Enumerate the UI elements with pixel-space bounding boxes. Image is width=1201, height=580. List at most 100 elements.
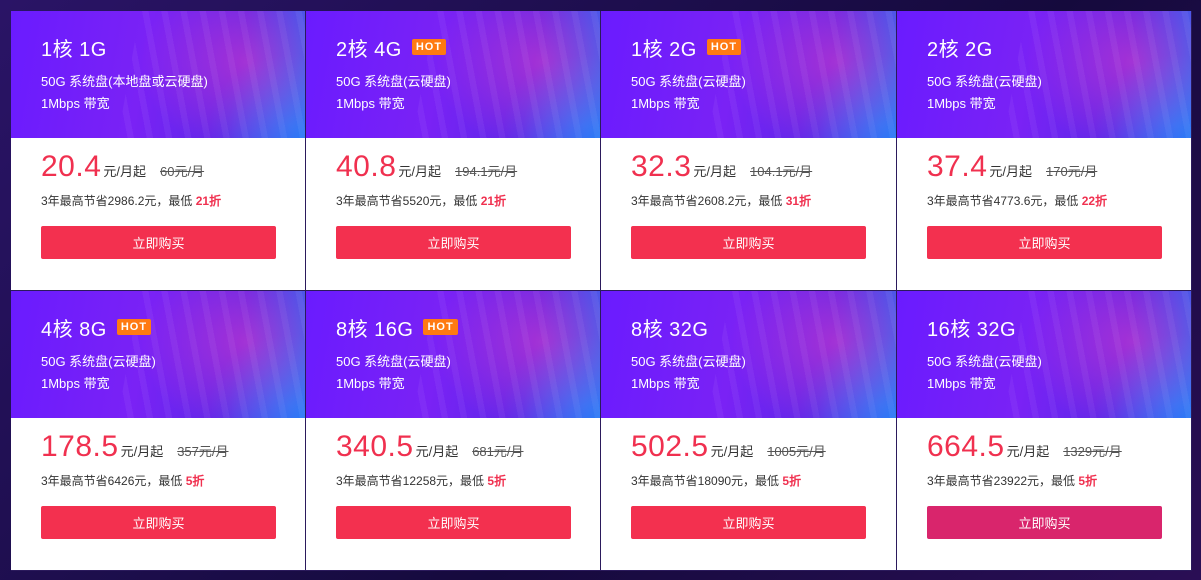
plan-card: 2核 2G 50G 系统盘(云硬盘) 1Mbps 带宽 37.4 元/月起 17… (897, 11, 1192, 291)
plan-price: 340.5 (336, 430, 414, 463)
hot-badge: HOT (411, 39, 447, 55)
plan-disk: 50G 系统盘(云硬盘) (336, 354, 451, 369)
plan-card-body: 178.5 元/月起 357元/月 3年最高节省6426元，最低 5折 立即购买 (11, 418, 305, 539)
plan-savings-text: 3年最高节省2986.2元，最低 (41, 194, 196, 208)
plan-price-unit: 元/月起 (415, 444, 459, 459)
plan-discount: 5折 (782, 474, 802, 488)
plan-disk: 50G 系统盘(云硬盘) (631, 354, 746, 369)
plan-savings: 3年最高节省18090元，最低 5折 (631, 472, 896, 490)
plan-discount: 5折 (1078, 474, 1098, 488)
plan-bandwidth: 1Mbps 带宽 (927, 96, 996, 111)
plan-card: 8核 32G 50G 系统盘(云硬盘) 1Mbps 带宽 502.5 元/月起 … (601, 291, 897, 571)
plan-card-header: 2核 2G 50G 系统盘(云硬盘) 1Mbps 带宽 (897, 11, 1191, 138)
plan-price-unit: 元/月起 (398, 164, 442, 179)
plan-bandwidth: 1Mbps 带宽 (336, 376, 405, 391)
plan-bandwidth: 1Mbps 带宽 (336, 96, 405, 111)
plan-title: 16核 32G (927, 318, 1017, 341)
plan-savings: 3年最高节省12258元，最低 5折 (336, 472, 600, 490)
plan-disk: 50G 系统盘(云硬盘) (336, 74, 451, 89)
plan-bandwidth: 1Mbps 带宽 (41, 376, 110, 391)
plan-price-unit: 元/月起 (710, 444, 754, 459)
plan-title: 4核 8G (41, 318, 107, 341)
plan-original-price: 1329元/月 (1063, 444, 1122, 459)
plan-price-unit: 元/月起 (103, 164, 147, 179)
plan-discount: 5折 (185, 474, 205, 488)
plan-card: 2核 4G HOT 50G 系统盘(云硬盘) 1Mbps 带宽 40.8 元/月… (306, 11, 601, 291)
plan-grid: 1核 1G 50G 系统盘(本地盘或云硬盘) 1Mbps 带宽 20.4 元/月… (11, 11, 1192, 571)
plan-title: 1核 1G (41, 38, 107, 61)
plan-discount: 22折 (1081, 194, 1108, 208)
plan-card-header: 16核 32G 50G 系统盘(云硬盘) 1Mbps 带宽 (897, 291, 1191, 418)
page-background: 1核 1G 50G 系统盘(本地盘或云硬盘) 1Mbps 带宽 20.4 元/月… (0, 0, 1201, 580)
plan-original-price: 357元/月 (177, 444, 229, 459)
plan-card-body: 340.5 元/月起 681元/月 3年最高节省12258元，最低 5折 立即购… (306, 418, 600, 539)
plan-card-header: 1核 1G 50G 系统盘(本地盘或云硬盘) 1Mbps 带宽 (11, 11, 305, 138)
hot-badge: HOT (706, 39, 742, 55)
plan-card: 4核 8G HOT 50G 系统盘(云硬盘) 1Mbps 带宽 178.5 元/… (11, 291, 306, 571)
plan-card-header: 8核 32G 50G 系统盘(云硬盘) 1Mbps 带宽 (601, 291, 896, 418)
hot-badge: HOT (116, 319, 152, 335)
plan-disk: 50G 系统盘(云硬盘) (41, 354, 156, 369)
plan-card-header: 8核 16G HOT 50G 系统盘(云硬盘) 1Mbps 带宽 (306, 291, 600, 418)
plan-card: 1核 2G HOT 50G 系统盘(云硬盘) 1Mbps 带宽 32.3 元/月… (601, 11, 897, 291)
buy-now-button[interactable]: 立即购买 (927, 226, 1162, 259)
plan-savings: 3年最高节省2608.2元，最低 31折 (631, 192, 896, 210)
plan-card-body: 664.5 元/月起 1329元/月 3年最高节省23922元，最低 5折 立即… (897, 418, 1191, 539)
plan-price: 502.5 (631, 430, 709, 463)
plan-savings: 3年最高节省6426元，最低 5折 (41, 472, 305, 490)
plan-title: 2核 4G (336, 38, 402, 61)
buy-now-button[interactable]: 立即购买 (927, 506, 1162, 539)
plan-savings-text: 3年最高节省23922元，最低 (927, 474, 1079, 488)
plan-savings-text: 3年最高节省12258元，最低 (336, 474, 488, 488)
plan-card-header: 1核 2G HOT 50G 系统盘(云硬盘) 1Mbps 带宽 (601, 11, 896, 138)
plan-original-price: 681元/月 (472, 444, 524, 459)
plan-savings-text: 3年最高节省18090元，最低 (631, 474, 783, 488)
plan-price: 37.4 (927, 150, 988, 183)
plan-price: 178.5 (41, 430, 119, 463)
buy-now-button[interactable]: 立即购买 (631, 506, 866, 539)
buy-now-button[interactable]: 立即购买 (41, 226, 276, 259)
buy-now-button[interactable]: 立即购买 (41, 506, 276, 539)
plan-savings: 3年最高节省5520元，最低 21折 (336, 192, 600, 210)
plan-title: 1核 2G (631, 38, 697, 61)
plan-price: 20.4 (41, 150, 102, 183)
plan-price-unit: 元/月起 (120, 444, 164, 459)
plan-price-unit: 元/月起 (989, 164, 1033, 179)
plan-savings-text: 3年最高节省4773.6元，最低 (927, 194, 1082, 208)
buy-now-button[interactable]: 立即购买 (336, 226, 571, 259)
plan-disk: 50G 系统盘(云硬盘) (927, 354, 1042, 369)
plan-savings-text: 3年最高节省6426元，最低 (41, 474, 186, 488)
plan-price: 664.5 (927, 430, 1005, 463)
plan-card-header: 4核 8G HOT 50G 系统盘(云硬盘) 1Mbps 带宽 (11, 291, 305, 418)
plan-card-body: 32.3 元/月起 104.1元/月 3年最高节省2608.2元，最低 31折 … (601, 138, 896, 259)
plan-price-unit: 元/月起 (693, 164, 737, 179)
plan-original-price: 170元/月 (1046, 164, 1098, 179)
plan-savings-text: 3年最高节省2608.2元，最低 (631, 194, 786, 208)
plan-bandwidth: 1Mbps 带宽 (631, 376, 700, 391)
plan-card-body: 37.4 元/月起 170元/月 3年最高节省4773.6元，最低 22折 立即… (897, 138, 1191, 259)
plan-original-price: 60元/月 (160, 164, 205, 179)
plan-bandwidth: 1Mbps 带宽 (631, 96, 700, 111)
plan-disk: 50G 系统盘(云硬盘) (631, 74, 746, 89)
hot-badge: HOT (423, 319, 458, 335)
plan-disk: 50G 系统盘(本地盘或云硬盘) (41, 74, 208, 89)
plan-card-body: 20.4 元/月起 60元/月 3年最高节省2986.2元，最低 21折 立即购… (11, 138, 305, 259)
buy-now-button[interactable]: 立即购买 (631, 226, 866, 259)
plan-card-body: 40.8 元/月起 194.1元/月 3年最高节省5520元，最低 21折 立即… (306, 138, 600, 259)
plan-card-body: 502.5 元/月起 1005元/月 3年最高节省18090元，最低 5折 立即… (601, 418, 896, 539)
plan-card: 1核 1G 50G 系统盘(本地盘或云硬盘) 1Mbps 带宽 20.4 元/月… (11, 11, 306, 291)
plan-original-price: 194.1元/月 (455, 164, 518, 179)
plan-savings: 3年最高节省2986.2元，最低 21折 (41, 192, 305, 210)
plan-discount: 21折 (480, 194, 507, 208)
plan-price-unit: 元/月起 (1006, 444, 1050, 459)
plan-title: 2核 2G (927, 38, 993, 61)
plan-disk: 50G 系统盘(云硬盘) (927, 74, 1042, 89)
plan-bandwidth: 1Mbps 带宽 (41, 96, 110, 111)
plan-savings-text: 3年最高节省5520元，最低 (336, 194, 481, 208)
buy-now-button[interactable]: 立即购买 (336, 506, 571, 539)
plan-original-price: 104.1元/月 (750, 164, 813, 179)
plan-price: 40.8 (336, 150, 397, 183)
plan-price: 32.3 (631, 150, 692, 183)
plan-card-header: 2核 4G HOT 50G 系统盘(云硬盘) 1Mbps 带宽 (306, 11, 600, 138)
plan-card: 16核 32G 50G 系统盘(云硬盘) 1Mbps 带宽 664.5 元/月起… (897, 291, 1192, 571)
